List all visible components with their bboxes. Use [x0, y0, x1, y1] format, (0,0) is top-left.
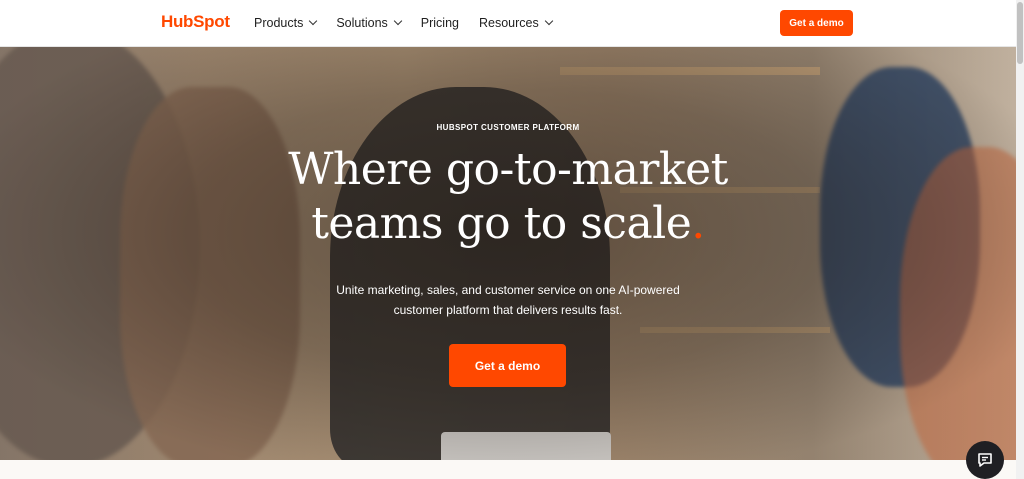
- nav-label-pricing: Pricing: [420, 16, 459, 30]
- chat-bubble-icon: [978, 453, 992, 467]
- chevron-down-icon: [393, 16, 403, 26]
- headline-line-1: Where go-to-market: [288, 144, 728, 195]
- chevron-down-icon: [309, 16, 318, 26]
- headline-line-2: teams go to scale: [311, 198, 692, 249]
- nav-item-solutions[interactable]: Solutions: [336, 16, 403, 30]
- nav-label-resources: Resources: [479, 16, 539, 30]
- subhead-line-1: Unite marketing, sales, and customer ser…: [336, 283, 680, 297]
- scrollbar-thumb[interactable]: [1017, 2, 1023, 64]
- headline-period: .: [691, 198, 705, 249]
- get-a-demo-nav-button[interactable]: Get a demo: [780, 10, 853, 36]
- hero-overlay: [0, 47, 1016, 460]
- logo-text: HubSpot: [161, 12, 230, 31]
- chevron-down-icon: [544, 16, 553, 26]
- hero-section: HUBSPOT CUSTOMER PLATFORM Where go-to-ma…: [0, 47, 1016, 460]
- hero-eyebrow: HUBSPOT CUSTOMER PLATFORM: [436, 123, 580, 132]
- nav-item-resources[interactable]: Resources: [479, 16, 553, 30]
- nav-item-products[interactable]: Products: [254, 16, 318, 30]
- next-section: [0, 460, 1016, 479]
- main-menu: Products Solutions Pricing Resources: [254, 16, 572, 30]
- hubspot-logo[interactable]: HubSpot: [161, 12, 230, 32]
- get-a-demo-hero-button[interactable]: Get a demo: [449, 344, 566, 387]
- nav-label-solutions: Solutions: [336, 16, 388, 30]
- page-scrollbar[interactable]: [1016, 0, 1024, 479]
- hero-subheading: Unite marketing, sales, and customer ser…: [0, 280, 1016, 320]
- nav-label-products: Products: [254, 16, 304, 30]
- hero-headline: Where go-to-market teams go to scale.: [0, 143, 1016, 251]
- nav-item-pricing[interactable]: Pricing: [421, 16, 459, 30]
- subhead-line-2: customer platform that delivers results …: [393, 303, 623, 317]
- top-navigation: HubSpot Products Solutions Pricing Resou…: [0, 0, 1016, 47]
- chat-launcher-button[interactable]: [966, 441, 1004, 479]
